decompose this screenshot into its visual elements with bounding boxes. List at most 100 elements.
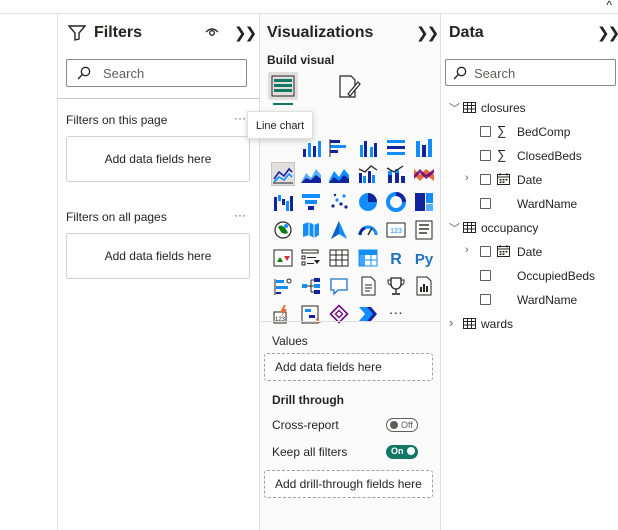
field-name: BedComp: [517, 125, 571, 139]
donut-chart-icon[interactable]: [385, 191, 407, 213]
data-title: Data: [449, 24, 484, 41]
chevron-right-icon[interactable]: ›: [465, 172, 469, 184]
line-clustered-column-icon[interactable]: [357, 163, 379, 185]
chevron-down-icon[interactable]: ﹀: [449, 100, 460, 116]
field-row-wardname[interactable]: WardName: [441, 193, 618, 215]
field-row-date[interactable]: › Date: [441, 241, 618, 263]
data-search-box[interactable]: [445, 59, 616, 86]
keep-all-filters-label: Keep all filters: [272, 445, 348, 459]
waterfall-chart-icon[interactable]: [272, 191, 294, 213]
filters-divider: [58, 98, 260, 99]
keep-all-filters-state: On: [391, 446, 404, 456]
table-icon[interactable]: [328, 247, 350, 269]
table-row-wards[interactable]: › wards: [441, 313, 618, 335]
filled-map-icon[interactable]: [300, 219, 322, 241]
scatter-chart-icon[interactable]: [328, 191, 350, 213]
sigma-icon: ∑: [497, 147, 507, 162]
decomposition-tree-icon[interactable]: [300, 275, 322, 297]
keep-all-filters-toggle[interactable]: On: [386, 445, 418, 459]
visualizations-pane: Visualizations ❯❯ Build visual 123 R Py 123…: [259, 14, 441, 530]
cross-report-state: Off: [401, 420, 413, 430]
filters-search-input[interactable]: [103, 64, 233, 82]
viz-divider: [260, 321, 441, 322]
collapse-ribbon-icon[interactable]: ^: [606, 0, 612, 12]
matrix-icon[interactable]: [357, 247, 379, 269]
r-visual-icon[interactable]: R: [385, 247, 407, 269]
metrics-icon[interactable]: [385, 275, 407, 297]
field-checkbox[interactable]: [480, 270, 491, 281]
build-visual-tab-underline: [273, 103, 293, 105]
funnel-chart-icon[interactable]: [300, 191, 322, 213]
format-visual-tab[interactable]: [336, 74, 362, 103]
this-page-more-icon[interactable]: ···: [234, 111, 246, 125]
map-icon[interactable]: [272, 219, 294, 241]
multi-row-card-icon[interactable]: [413, 219, 435, 241]
filters-search-box[interactable]: [66, 59, 247, 87]
chevron-right-icon[interactable]: ›: [465, 244, 469, 256]
expand-visualizations-icon[interactable]: ❯❯: [416, 24, 439, 42]
slicer-icon[interactable]: [300, 247, 322, 269]
line-chart-icon[interactable]: [271, 162, 295, 186]
field-row-bedcomp[interactable]: ∑ BedComp: [441, 121, 618, 143]
paginated-report-icon[interactable]: [413, 275, 435, 297]
python-visual-icon[interactable]: Py: [413, 247, 435, 269]
treemap-icon[interactable]: [413, 191, 435, 213]
toggle-knob: [390, 421, 398, 429]
eye-icon[interactable]: [205, 26, 219, 41]
visual-type-icon[interactable]: [300, 137, 322, 159]
table-name: wards: [481, 317, 514, 331]
field-name: ClosedBeds: [517, 149, 582, 163]
sigma-icon: ∑: [497, 123, 507, 138]
key-influencers-icon[interactable]: [272, 275, 294, 297]
expand-data-icon[interactable]: ❯❯: [597, 24, 618, 42]
gauge-icon[interactable]: [357, 219, 379, 241]
line-stacked-column-icon[interactable]: [385, 163, 407, 185]
table-row-occupancy[interactable]: ﹀ occupancy: [441, 217, 618, 239]
stacked-area-chart-icon[interactable]: [328, 163, 350, 185]
search-icon: [77, 66, 91, 80]
field-row-occupiedbeds[interactable]: OccupiedBeds: [441, 265, 618, 287]
all-pages-filter-well[interactable]: Add data fields here: [66, 233, 250, 279]
this-page-filter-well[interactable]: Add data fields here: [66, 136, 250, 182]
field-checkbox[interactable]: [480, 246, 491, 257]
field-row-closedbeds[interactable]: ∑ ClosedBeds: [441, 145, 618, 167]
filters-on-this-page-label: Filters on this page: [66, 113, 168, 127]
table-row-closures[interactable]: ﹀ closures: [441, 97, 618, 119]
field-checkbox[interactable]: [480, 150, 491, 161]
cross-report-toggle[interactable]: Off: [386, 418, 418, 432]
visual-type-icon[interactable]: [385, 137, 407, 159]
values-well[interactable]: Add data fields here: [264, 353, 433, 381]
ribbon-chart-icon[interactable]: [413, 163, 435, 185]
field-row-date[interactable]: › Date: [441, 169, 618, 191]
visual-type-icon[interactable]: [413, 137, 435, 159]
field-checkbox[interactable]: [480, 294, 491, 305]
area-chart-icon[interactable]: [300, 163, 322, 185]
all-pages-more-icon[interactable]: ···: [234, 208, 246, 222]
build-visual-tab[interactable]: [268, 72, 298, 100]
qna-icon[interactable]: [328, 275, 350, 297]
field-checkbox[interactable]: [480, 174, 491, 185]
values-label: Values: [272, 334, 308, 348]
visual-type-icon[interactable]: [328, 137, 350, 159]
drill-through-well[interactable]: Add drill-through fields here: [264, 470, 433, 498]
field-checkbox[interactable]: [480, 126, 491, 137]
svg-text:123: 123: [275, 317, 286, 323]
kpi-icon[interactable]: [272, 247, 294, 269]
chevron-right-icon[interactable]: ›: [449, 315, 453, 330]
pie-chart-icon[interactable]: [357, 191, 379, 213]
narrative-icon[interactable]: [357, 275, 379, 297]
azure-map-icon[interactable]: [328, 219, 350, 241]
data-search-input[interactable]: [474, 64, 604, 82]
field-row-wardname[interactable]: WardName: [441, 289, 618, 311]
card-icon[interactable]: 123: [385, 219, 407, 241]
field-name: WardName: [517, 293, 578, 307]
visual-type-icon[interactable]: [357, 137, 379, 159]
expand-filters-icon[interactable]: ❯❯: [234, 24, 257, 42]
filter-funnel-icon: [67, 25, 87, 44]
chevron-down-icon[interactable]: ﹀: [449, 220, 460, 236]
svg-text:R: R: [390, 251, 402, 268]
build-visual-grid-icon: [271, 75, 295, 97]
filters-title: Filters: [94, 24, 143, 41]
table-icon: [463, 102, 476, 113]
field-checkbox[interactable]: [480, 198, 491, 209]
